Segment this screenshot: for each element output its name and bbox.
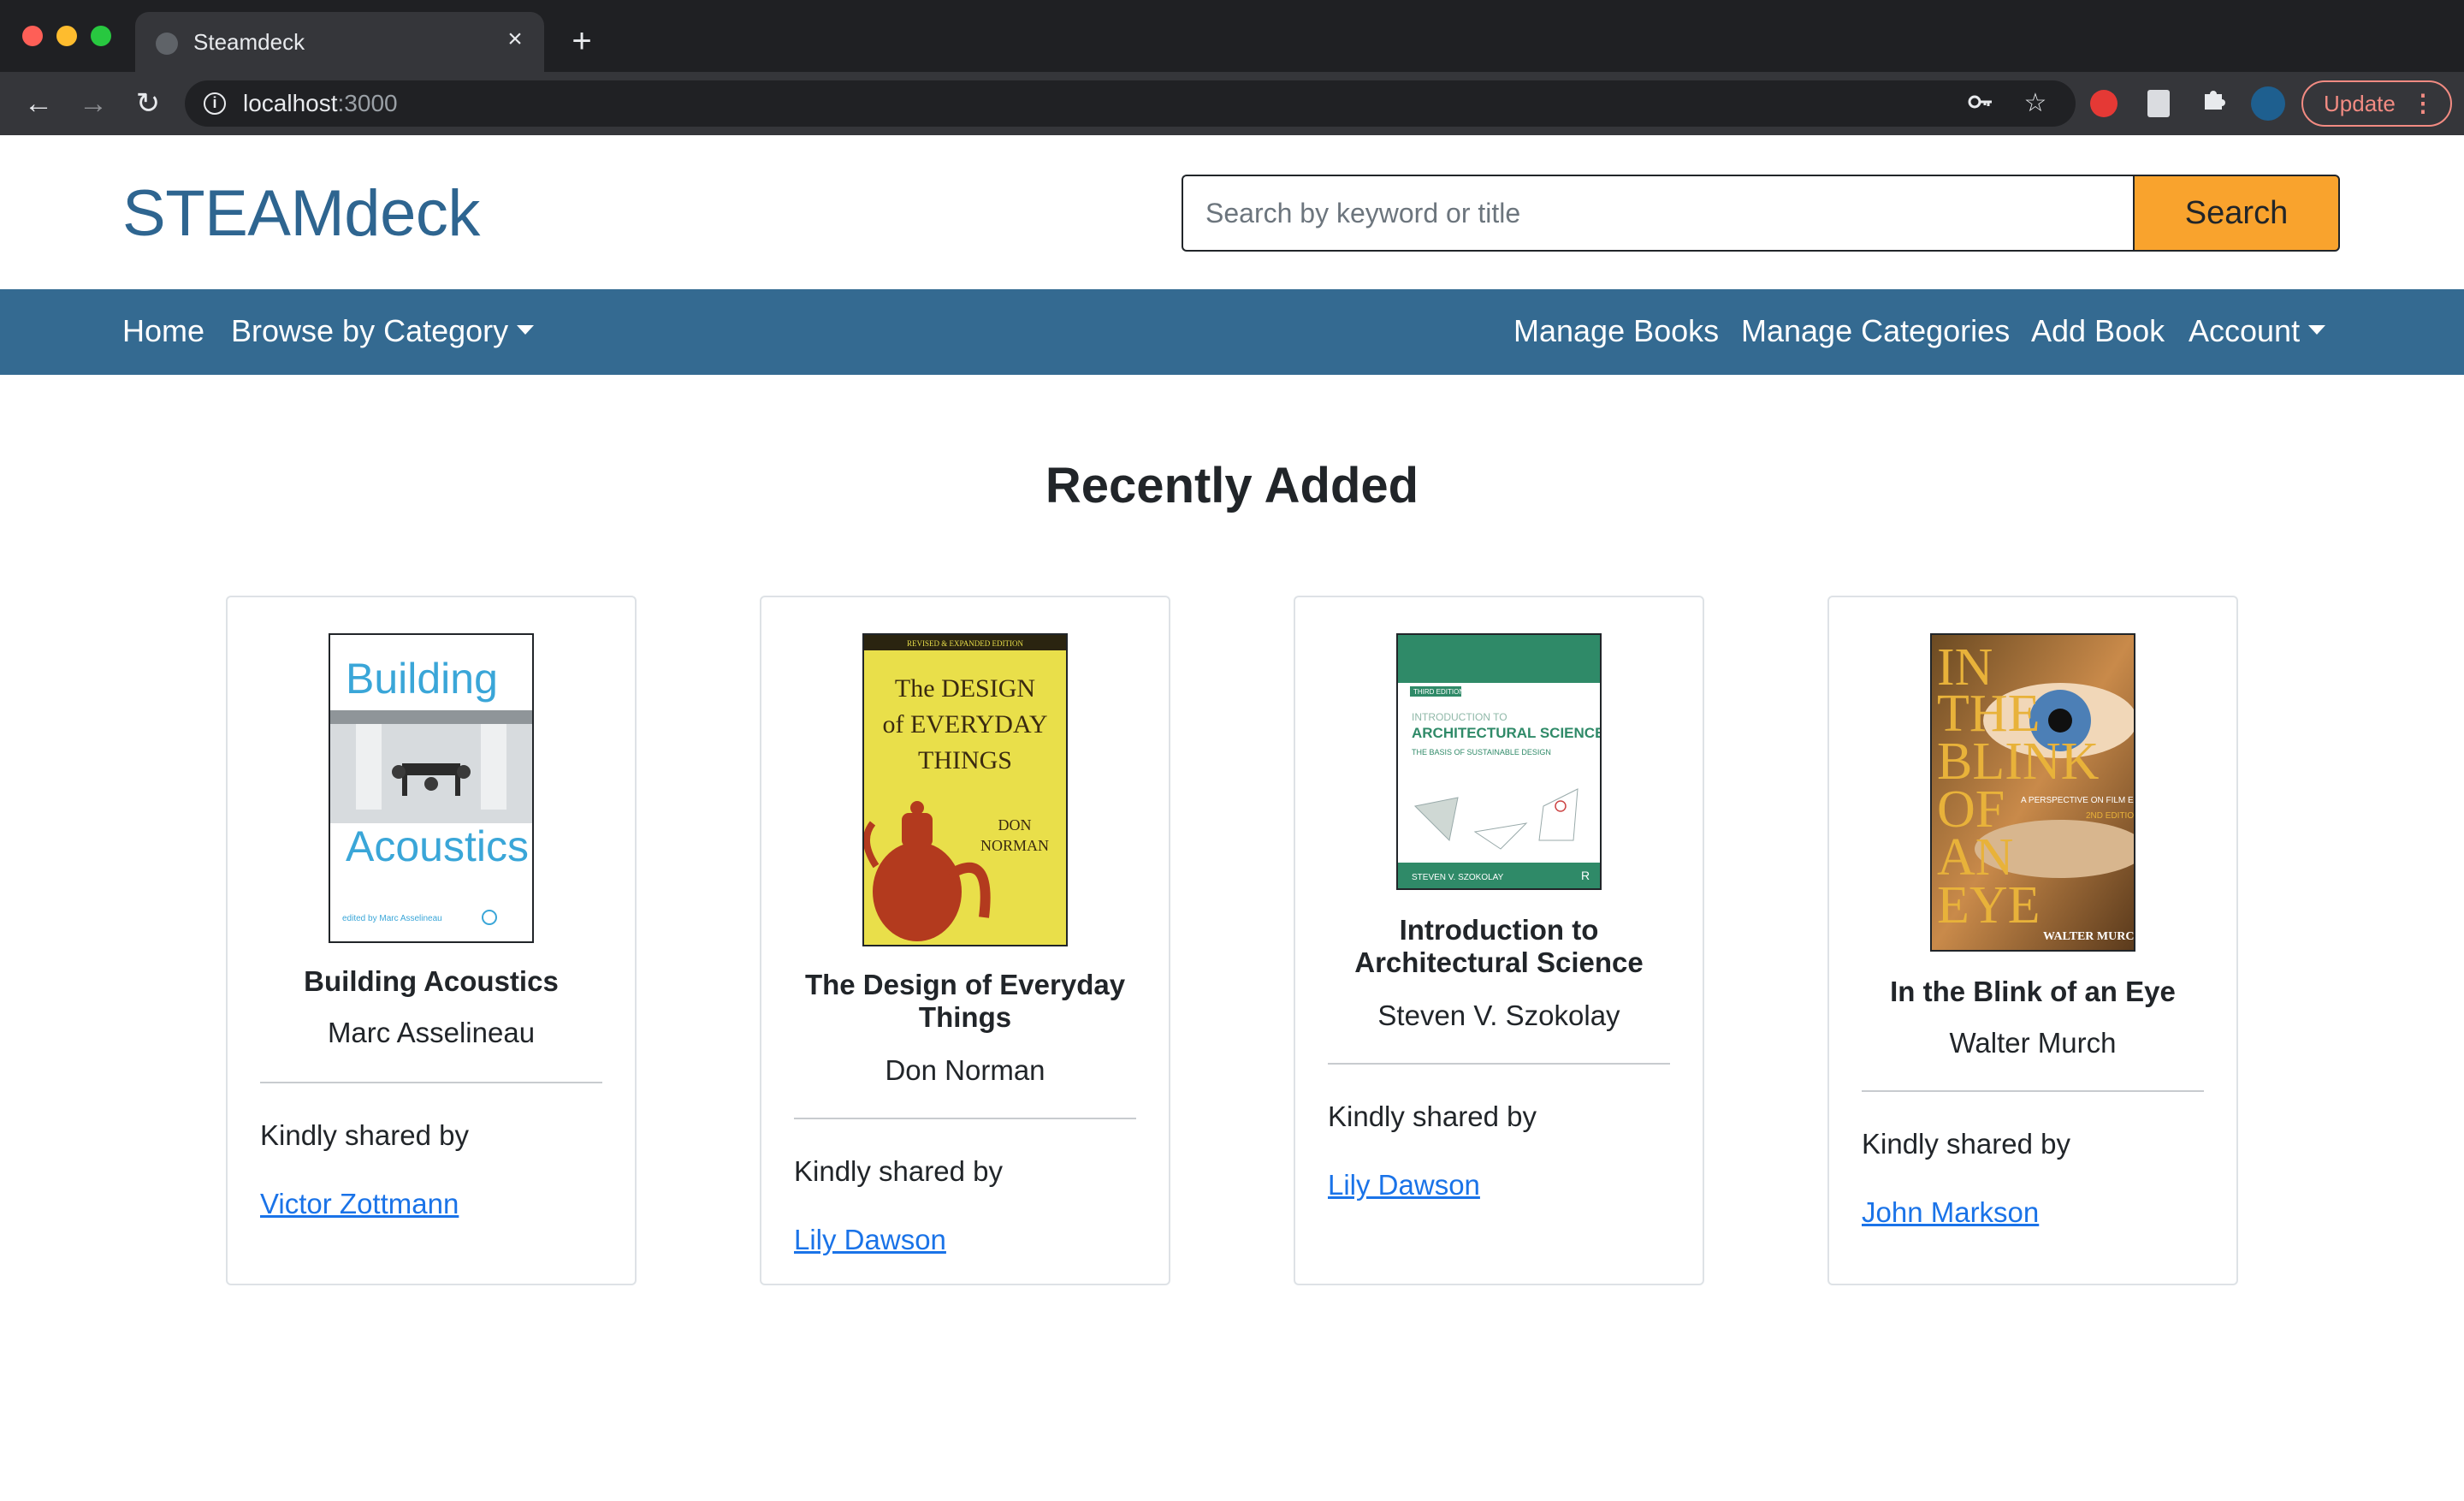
book-card: THIRD EDITION INTRODUCTION TO ARCHITECTU… [1294, 596, 1704, 1285]
book-cover[interactable]: THIRD EDITION INTRODUCTION TO ARCHITECTU… [1396, 633, 1602, 890]
info-icon[interactable]: i [204, 92, 226, 115]
book-card: Building Acoustics edited by Marc Asseli… [226, 596, 637, 1285]
adblock-extension-icon[interactable] [2086, 86, 2122, 122]
book-author: Don Norman [885, 1054, 1045, 1086]
url-text[interactable]: localhost:3000 [243, 90, 398, 117]
book-title[interactable]: Introduction to Architectural Science [1312, 914, 1685, 979]
browser-toolbar: ← → ↻ i localhost:3000 ☆ Update ⋮ [0, 72, 2464, 135]
divider [260, 1082, 602, 1083]
cover-text: ARCHITECTURAL SCIENCE [1412, 725, 1600, 741]
caret-down-icon [2308, 324, 2326, 335]
update-label: Update [2324, 91, 2396, 116]
profile-avatar[interactable] [2250, 86, 2286, 122]
divider [794, 1118, 1136, 1119]
cover-text: Acoustics [346, 822, 529, 870]
cover-text: THE BASIS OF SUSTAINABLE DESIGN [1412, 748, 1551, 756]
back-arrow-icon[interactable]: ← [21, 86, 56, 122]
star-icon[interactable]: ☆ [2019, 87, 2052, 120]
close-window-button[interactable] [22, 26, 43, 46]
caret-down-icon [517, 324, 535, 335]
new-tab-button[interactable]: + [565, 24, 599, 58]
divider [1862, 1090, 2204, 1092]
cover-text: INTRODUCTION TO [1412, 711, 1507, 723]
maximize-window-button[interactable] [91, 26, 111, 46]
book-card: REVISED & EXPANDED EDITION The DESIGN of… [760, 596, 1170, 1285]
brand-logo[interactable]: STEAMdeck [122, 176, 480, 251]
cover-text: THIRD EDITION [1413, 688, 1464, 696]
nav-account-label: Account [2189, 313, 2301, 348]
sharer-link[interactable]: Lily Dawson [794, 1224, 946, 1256]
browser-chrome: Steamdeck × + ← → ↻ i localhost:3000 ☆ U… [0, 0, 2464, 135]
cover-text: WALTER MURCH [2043, 930, 2134, 943]
url-host: localhost [243, 90, 338, 116]
cover-text: REVISED & EXPANDED EDITION [907, 639, 1023, 648]
search-input[interactable] [1182, 175, 2133, 252]
section-title: Recently Added [1045, 458, 1419, 513]
cover-text: DON [998, 816, 1032, 834]
nav-manage-categories[interactable]: Manage Categories [1741, 313, 2010, 349]
cover-text: EYE [1937, 876, 2040, 934]
sharer-link[interactable]: John Markson [1862, 1196, 2039, 1229]
book-author: Steven V. Szokolay [1377, 1000, 1620, 1031]
url-port: :3000 [337, 90, 398, 116]
book-cover[interactable]: REVISED & EXPANDED EDITION The DESIGN of… [862, 633, 1068, 946]
nav-browse-by-category[interactable]: Browse by Category [231, 313, 535, 349]
nav-manage-books[interactable]: Manage Books [1513, 313, 1719, 349]
key-icon[interactable] [1964, 87, 1997, 120]
search-button[interactable]: Search [2133, 175, 2340, 252]
cover-text: R [1581, 869, 1590, 882]
cover-text: The DESIGN [895, 674, 1035, 703]
main-navbar: Home Browse by Category Manage Books Man… [0, 289, 2464, 375]
cover-text: 2ND EDITION [2086, 811, 2134, 821]
close-icon[interactable]: × [500, 24, 530, 55]
reload-icon[interactable]: ↻ [130, 86, 166, 122]
divider [1328, 1063, 1670, 1065]
book-author: Walter Murch [1949, 1027, 2117, 1059]
nav-add-book[interactable]: Add Book [2031, 313, 2165, 349]
shared-by-label: Kindly shared by [1862, 1128, 2070, 1160]
nav-home[interactable]: Home [122, 313, 204, 349]
shared-by-label: Kindly shared by [260, 1119, 469, 1151]
book-title[interactable]: The Design of Everyday Things [779, 969, 1152, 1034]
cover-text: of EVERYDAY [882, 710, 1047, 739]
minimize-window-button[interactable] [56, 26, 77, 46]
update-button[interactable]: Update ⋮ [2301, 80, 2452, 127]
globe-icon [156, 33, 178, 55]
nav-account[interactable]: Account [2189, 313, 2326, 349]
sharer-link[interactable]: Lily Dawson [1328, 1169, 1480, 1201]
book-cover[interactable]: Building Acoustics edited by Marc Asseli… [329, 633, 534, 943]
search-form: Search [1182, 175, 2340, 252]
shared-by-label: Kindly shared by [794, 1155, 1003, 1187]
book-cover[interactable]: IN THE BLINK OF AN EYE A PERSPECTIVE ON … [1930, 633, 2135, 952]
cover-text: NORMAN [980, 837, 1049, 854]
sharer-link[interactable]: Victor Zottmann [260, 1188, 459, 1220]
site-header: STEAMdeck Search [0, 135, 2464, 289]
extensions-puzzle-icon[interactable] [2195, 86, 2231, 122]
book-title[interactable]: In the Blink of an Eye [1846, 976, 2219, 1008]
browser-tab[interactable]: Steamdeck × [135, 12, 544, 72]
cover-text: STEVEN V. SZOKOLAY [1412, 873, 1504, 882]
forward-arrow-icon[interactable]: → [75, 86, 111, 122]
cover-text: THINGS [918, 746, 1012, 774]
address-bar[interactable]: i localhost:3000 ☆ [185, 80, 2076, 127]
document-extension-icon[interactable] [2141, 86, 2177, 122]
tab-title: Steamdeck [193, 29, 305, 55]
book-card: IN THE BLINK OF AN EYE A PERSPECTIVE ON … [1827, 596, 2238, 1285]
nav-browse-label: Browse by Category [231, 313, 509, 348]
cover-text: A PERSPECTIVE ON FILM EDITING [2021, 796, 2134, 805]
cover-text: edited by Marc Asselineau [342, 914, 442, 923]
book-author: Marc Asselineau [327, 1017, 536, 1048]
cover-text: Building [346, 655, 498, 703]
book-title[interactable]: Building Acoustics [245, 965, 618, 998]
tab-strip: Steamdeck × + [0, 0, 2464, 72]
shared-by-label: Kindly shared by [1328, 1101, 1537, 1132]
more-vert-icon[interactable]: ⋮ [2411, 82, 2435, 125]
